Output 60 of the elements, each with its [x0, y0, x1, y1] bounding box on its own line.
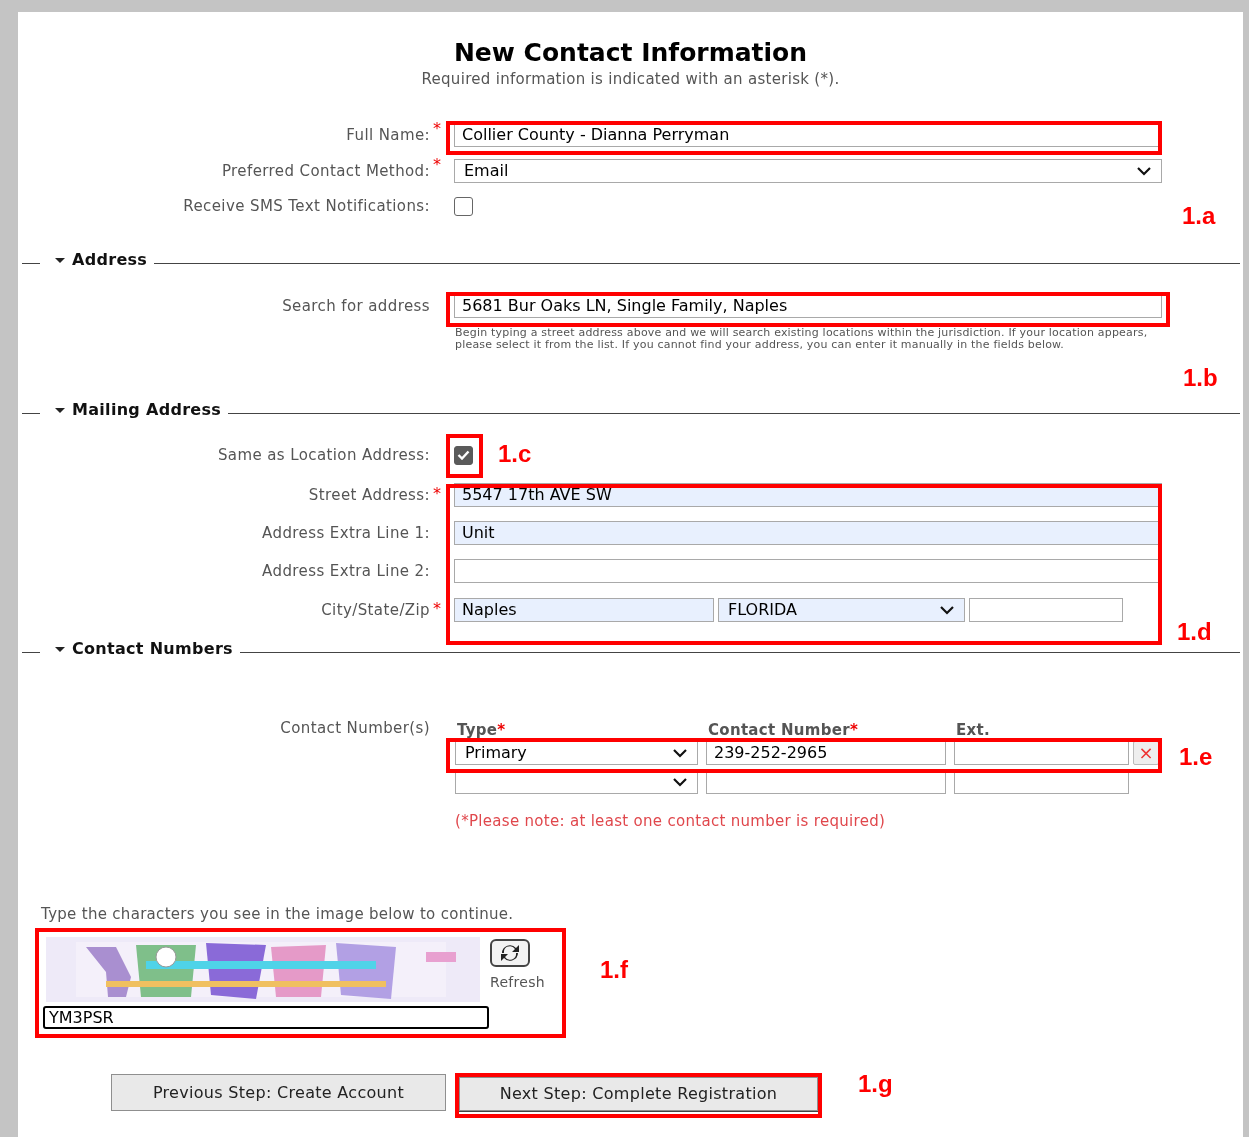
refresh-button[interactable]	[490, 939, 530, 967]
text-field[interactable]	[969, 598, 1123, 622]
type-dropdown[interactable]: Primary	[455, 741, 698, 765]
checkbox[interactable]	[454, 196, 473, 216]
dropdown[interactable]: Email	[454, 159, 1162, 183]
callout-label: 1.g	[858, 1070, 893, 1098]
field-label: Address Extra Line 2:	[262, 560, 430, 582]
column-header: Ext.	[956, 719, 990, 741]
captcha-prompt: Type the characters you see in the image below to continue.	[41, 903, 514, 925]
required-asterisk: *	[433, 119, 441, 138]
page-title: New Contact Information	[453, 38, 808, 68]
field-label: Same as Location Address:	[217, 444, 430, 466]
field-label: Search for address	[282, 295, 430, 317]
text-field[interactable]: Naples	[454, 598, 714, 622]
callout-label: 1.c	[498, 440, 532, 468]
required-asterisk: *	[433, 599, 441, 618]
field-label: Full Name:	[346, 124, 430, 146]
highlight-box	[446, 434, 483, 478]
refresh-label[interactable]: Refresh	[490, 972, 545, 993]
field-label: Preferred Contact Method:	[221, 160, 430, 182]
step-button[interactable]: Previous Step: Create Account	[111, 1074, 446, 1111]
remove-button[interactable]: ×	[1133, 741, 1159, 765]
help-text: Begin typing a street address above and we will search existing locations within the jurisdiction. If your location appears, please select it from the list. If you cannot find your address, you can enter it manually in the fields below.	[455, 327, 1149, 350]
text-field[interactable]: 5681 Bur Oaks LN, Single Family, Naples	[454, 294, 1162, 318]
field-label: Street Address:	[308, 484, 430, 506]
callout-label: 1.b	[1183, 364, 1218, 392]
chevron-down-icon	[673, 777, 687, 787]
field-label: Address Extra Line 1:	[262, 522, 430, 544]
section-title[interactable]: Contact Numbers	[72, 637, 233, 661]
section-title[interactable]: Address	[72, 248, 148, 272]
chevron-down-icon	[673, 748, 687, 758]
validation-note: (*Please note: at least one contact number is required)	[455, 810, 886, 832]
required-note: Required information is indicated with an asterisk (*).	[421, 69, 840, 90]
required-asterisk: *	[433, 155, 441, 174]
caret-down-icon[interactable]	[55, 257, 65, 263]
chevron-down-icon	[940, 605, 954, 615]
section-title[interactable]: Mailing Address	[72, 398, 222, 422]
step-button[interactable]: Next Step: Complete Registration	[459, 1077, 818, 1111]
field-label: Receive SMS Text Notifications:	[183, 195, 430, 217]
text-field[interactable]: 239-252-2965	[706, 741, 946, 765]
required-asterisk: *	[433, 484, 441, 503]
required-asterisk: *	[849, 719, 858, 741]
field-label: Contact Number(s)	[280, 717, 430, 739]
field-label: City/State/Zip	[321, 599, 430, 621]
text-field[interactable]	[954, 741, 1129, 765]
checkmark-icon	[457, 450, 470, 460]
caret-down-icon[interactable]	[55, 407, 65, 413]
callout-label: 1.a	[1182, 202, 1216, 230]
refresh-icon	[498, 943, 522, 963]
column-header: Contact Number	[708, 719, 850, 741]
callout-label: 1.f	[600, 956, 628, 984]
dropdown[interactable]: FLORIDA	[718, 598, 965, 622]
column-header: Type	[457, 719, 498, 741]
captcha-input[interactable]: YM3PSR	[43, 1006, 489, 1029]
chevron-down-icon	[1137, 166, 1151, 176]
callout-label: 1.d	[1177, 618, 1212, 646]
required-asterisk: *	[497, 719, 506, 741]
checkbox[interactable]	[454, 445, 473, 465]
callout-label: 1.e	[1179, 743, 1213, 771]
caret-down-icon[interactable]	[55, 646, 65, 652]
